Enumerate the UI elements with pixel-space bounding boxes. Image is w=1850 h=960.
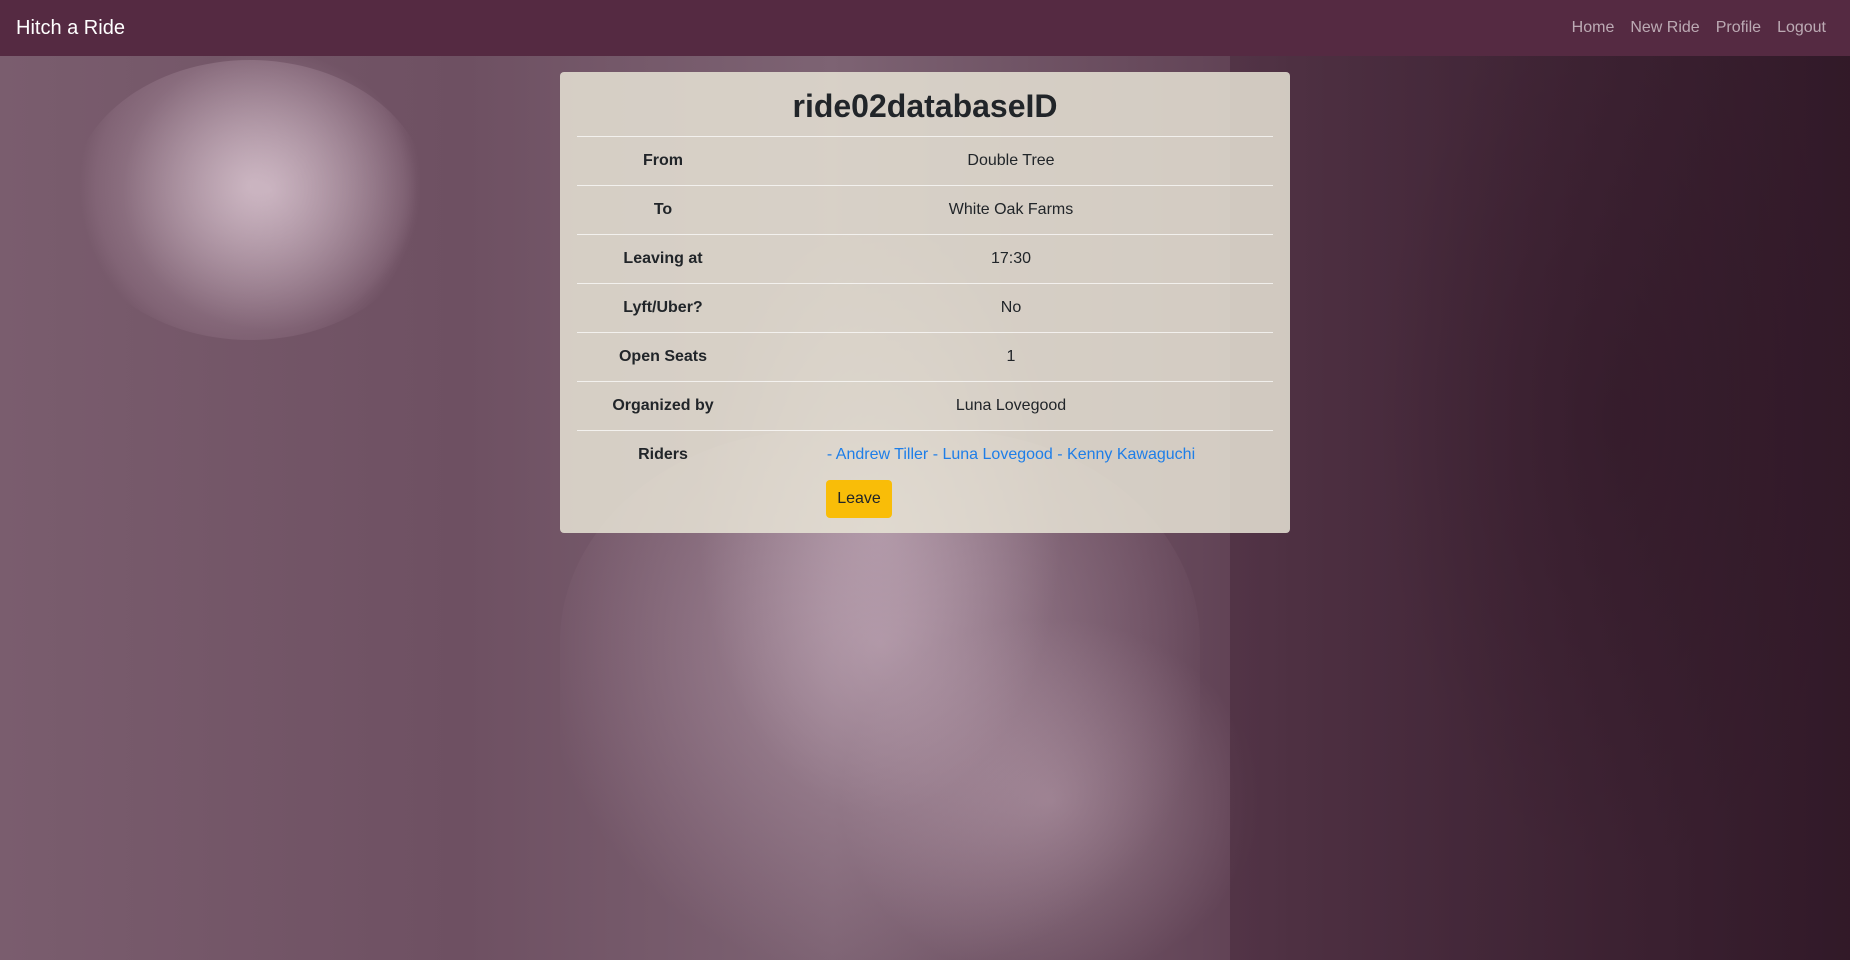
rider-link[interactable]: - Andrew Tiller [827,446,928,463]
nav-home-link[interactable]: Home [1564,11,1623,45]
to-label: To [653,201,673,218]
rider-link[interactable]: - Luna Lovegood [933,446,1053,463]
to-value: White Oak Farms [948,201,1074,218]
organized-by-label: Organized by [612,397,714,414]
lyft-uber-label: Lyft/Uber? [623,299,703,316]
leave-button[interactable]: Leave [826,479,892,518]
from-value: Double Tree [967,152,1055,169]
background-bouquet [70,60,430,340]
table-row-to: To White Oak Farms [577,185,1273,235]
open-seats-value: 1 [1006,348,1016,365]
nav-links: Home New Ride Profile Logout [1564,11,1834,45]
organized-by-value: Luna Lovegood [955,397,1067,414]
brand-link[interactable]: Hitch a Ride [16,17,125,40]
top-navbar: Hitch a Ride Home New Ride Profile Logou… [0,0,1850,56]
ride-details-card: ride02databaseID From Double Tree To Whi… [560,72,1290,533]
table-row-lyft-uber: Lyft/Uber? No [577,283,1273,333]
leaving-at-label: Leaving at [623,250,703,267]
nav-profile-link[interactable]: Profile [1708,11,1769,45]
table-row-from: From Double Tree [577,136,1273,186]
nav-logout-link[interactable]: Logout [1769,11,1834,45]
riders-value: - Andrew Tiller - Luna Lovegood - Kenny … [749,431,1273,480]
open-seats-label: Open Seats [618,348,708,365]
action-row: Leave [577,479,1273,518]
ride-title: ride02databaseID [792,88,1058,124]
riders-label: Riders [638,446,688,464]
rider-link[interactable]: - Kenny Kawaguchi [1057,446,1195,463]
table-row-leaving-at: Leaving at 17:30 [577,234,1273,284]
table-row-open-seats: Open Seats 1 [577,332,1273,382]
table-row-riders: Riders - Andrew Tiller - Luna Lovegood -… [577,430,1273,480]
lyft-uber-value: No [1000,299,1022,316]
background-suit [1230,56,1850,960]
ride-details-table: From Double Tree To White Oak Farms Leav… [577,136,1273,480]
nav-new-ride-link[interactable]: New Ride [1622,11,1707,45]
leaving-at-value: 17:30 [990,250,1032,267]
table-row-organized-by: Organized by Luna Lovegood [577,381,1273,431]
from-label: From [643,152,683,169]
